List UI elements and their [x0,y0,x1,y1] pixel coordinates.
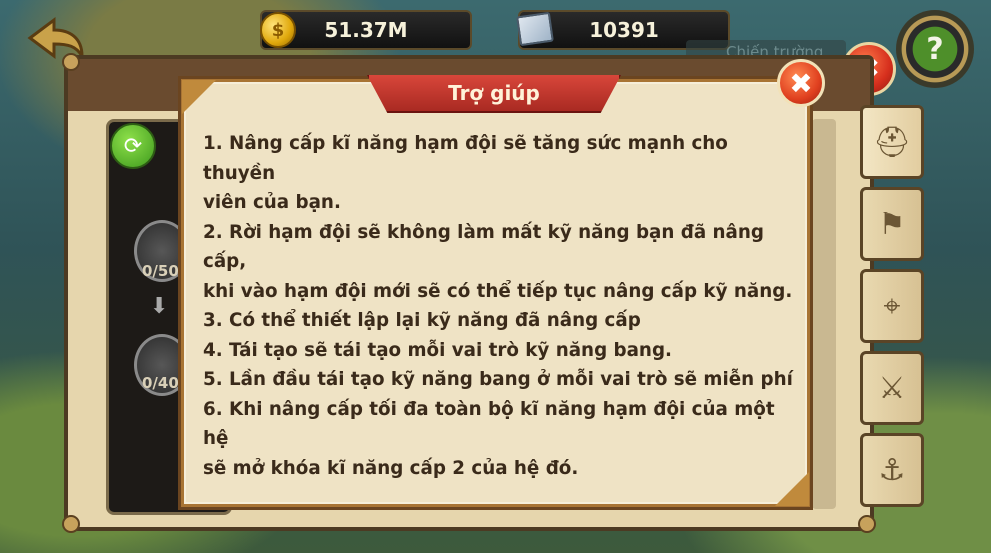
skill1-progress: 0/50 [142,262,179,280]
help-text: 1. Nâng cấp kĩ năng hạm đội sẽ tăng sức … [203,129,793,483]
gold-counter: $ 51.37M [260,10,472,50]
anchor-icon: ⚓ [878,452,906,488]
dialog-title: Trợ giúp [448,81,540,105]
help-line: 1. Nâng cấp kĩ năng hạm đội sẽ tăng sức … [203,133,728,184]
help-line: 4. Tái tạo sẽ tái tạo mỗi vai trò kỹ năn… [203,339,672,361]
help-line: 5. Lần đầu tái tạo kỹ năng bang ở mỗi va… [203,369,793,390]
refresh-icon[interactable]: ⟳ [110,123,156,169]
dialog-title-ribbon: Trợ giúp [367,75,621,113]
panel-inner-edge [812,119,836,509]
pirate-flag-icon: ⚑ [878,206,906,242]
help-line: viên của bạn. [203,192,341,213]
map-value: 10391 [589,18,659,42]
help-line: khi vào hạm đội mới sẽ có thể tiếp tục n… [203,280,793,302]
rivet [858,515,876,533]
help-line: 3. Có thể thiết lập lại kỹ năng đã nâng … [203,310,641,331]
helmet-icon: ⛑ [872,124,912,160]
coin-icon: $ [260,12,296,48]
rivet [62,515,80,533]
help-line: 2. Rời hạm đội sẽ không làm mất kỹ năng … [203,221,764,273]
tab-helmet[interactable]: ⛑ [860,105,924,179]
tab-anchor[interactable]: ⚓ [860,433,924,507]
rivet [62,53,80,71]
gold-value: 51.37M [324,18,408,42]
sword-icon: ⚔ [878,370,906,406]
skill2-progress: 0/40 [142,374,179,392]
help-line: 6. Khi nâng cấp tối đa toàn bộ kĩ năng h… [203,398,775,450]
tab-sword[interactable]: ⚔ [860,351,924,425]
question-icon: ? [926,31,944,67]
help-dialog: Trợ giúp ✖ 1. Nâng cấp kĩ năng hạm đội s… [181,59,825,507]
corner-ornament [182,80,216,114]
help-button[interactable]: ? [896,10,974,88]
arrow-down-icon: ⬇ [150,294,169,319]
tab-pirate-flag[interactable]: ⚑ [860,187,924,261]
treasure-map-icon [516,11,554,47]
tab-target[interactable]: ⌖ [860,269,924,343]
dialog-close-button[interactable]: ✖ [777,59,825,107]
close-icon: ✖ [789,66,813,100]
target-icon: ⌖ [883,288,901,324]
help-line: sẽ mở khóa kĩ năng cấp 2 của hệ đó. [203,457,579,479]
